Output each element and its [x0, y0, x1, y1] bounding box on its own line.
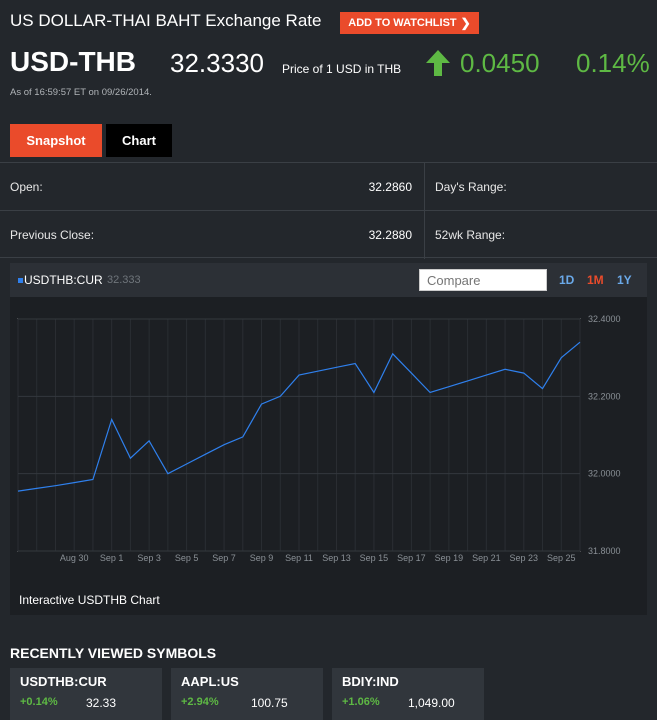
current-price: 32.3330	[170, 48, 264, 78]
column-divider	[424, 211, 425, 259]
chart-symbol-value: 32.333	[107, 274, 141, 286]
x-tick-label: Sep 25	[547, 553, 576, 563]
add-to-watchlist-button[interactable]: ADD TO WATCHLIST ❯	[340, 12, 479, 34]
recent-change: +2.94%	[181, 696, 219, 708]
recent-price: 32.33	[86, 696, 117, 710]
y-tick-label: 32.4000	[588, 314, 621, 324]
series-legend-marker	[18, 278, 23, 283]
x-tick-label: Sep 19	[435, 553, 464, 563]
chevron-right-icon: ❯	[460, 16, 471, 30]
x-tick-label: Sep 21	[472, 553, 501, 563]
x-tick-label: Sep 13	[322, 553, 351, 563]
y-tick-label: 32.2000	[588, 391, 621, 401]
recent-price: 100.75	[251, 696, 288, 710]
days-range-label: Day's Range:	[435, 180, 507, 194]
x-tick-label: Sep 7	[212, 553, 236, 563]
recently-viewed-title: RECENTLY VIEWED SYMBOLS	[10, 645, 217, 661]
column-divider	[424, 163, 425, 211]
recent-symbol[interactable]: USDTHB:CUR	[20, 674, 107, 689]
x-tick-label: Sep 11	[285, 553, 313, 563]
recent-change: +0.14%	[20, 696, 58, 708]
x-tick-label: Sep 3	[137, 553, 161, 563]
x-tick-label: Sep 5	[175, 553, 199, 563]
range-1y-button[interactable]: 1Y	[617, 273, 632, 287]
recent-symbol-card[interactable]: AAPL:US +2.94% 100.75	[171, 668, 323, 720]
stats-row-open: Open: 32.2860 Day's Range:	[0, 162, 657, 211]
open-label: Open:	[10, 180, 43, 194]
x-tick-label: Aug 30	[60, 553, 89, 563]
recent-change: +1.06%	[342, 696, 380, 708]
previous-close-value: 32.2880	[368, 228, 412, 242]
x-tick-label: Sep 15	[360, 553, 389, 563]
52wk-range-label: 52wk Range:	[435, 228, 506, 242]
watchlist-label: ADD TO WATCHLIST	[348, 17, 457, 29]
price-line-chart[interactable]: Aug 30 Sep 1 Sep 3 Sep 5 Sep 7 Sep 9 Sep 11 Sep…	[10, 297, 647, 587]
x-tick-label: Sep 23	[510, 553, 539, 563]
range-1d-button[interactable]: 1D	[559, 273, 574, 287]
tab-chart[interactable]: Chart	[106, 124, 172, 157]
price-change-percent: 0.14%	[576, 48, 650, 78]
chart-symbol: USDTHB:CUR	[24, 273, 103, 287]
x-tick-label: Sep 9	[250, 553, 274, 563]
recent-symbol[interactable]: BDIY:IND	[342, 674, 399, 689]
tab-snapshot[interactable]: Snapshot	[10, 124, 102, 157]
range-1m-button[interactable]: 1M	[587, 273, 604, 287]
open-value: 32.2860	[368, 180, 412, 194]
y-tick-label: 32.0000	[588, 469, 621, 479]
chart-toolbar: USDTHB:CUR 32.333 1D 1M 1Y	[10, 263, 647, 297]
arrow-up-icon	[426, 50, 450, 76]
as-of-timestamp: As of 16:59:57 ET on 09/26/2014.	[10, 87, 152, 98]
previous-close-label: Previous Close:	[10, 228, 95, 242]
stats-row-previous-close: Previous Close: 32.2880 52wk Range:	[0, 210, 657, 259]
recent-symbol[interactable]: AAPL:US	[181, 674, 239, 689]
recent-price: 1,049.00	[408, 696, 455, 710]
recent-symbol-card[interactable]: BDIY:IND +1.06% 1,049.00	[332, 668, 484, 720]
chart-caption: Interactive USDTHB Chart	[19, 593, 160, 607]
y-tick-label: 31.8000	[588, 546, 621, 556]
price-description: Price of 1 USD in THB	[282, 62, 402, 76]
compare-input[interactable]	[419, 269, 547, 291]
page-title: US DOLLAR-THAI BAHT Exchange Rate	[10, 11, 322, 30]
price-change: 0.0450	[460, 48, 540, 78]
x-tick-label: Sep 17	[397, 553, 426, 563]
chart-widget: USDTHB:CUR 32.333 1D 1M 1Y Aug 30 Sep 1 Se…	[10, 263, 647, 615]
recent-symbol-card[interactable]: USDTHB:CUR +0.14% 32.33	[10, 668, 162, 720]
ticker-symbol: USD-THB	[10, 46, 136, 77]
x-tick-label: Sep 1	[100, 553, 124, 563]
